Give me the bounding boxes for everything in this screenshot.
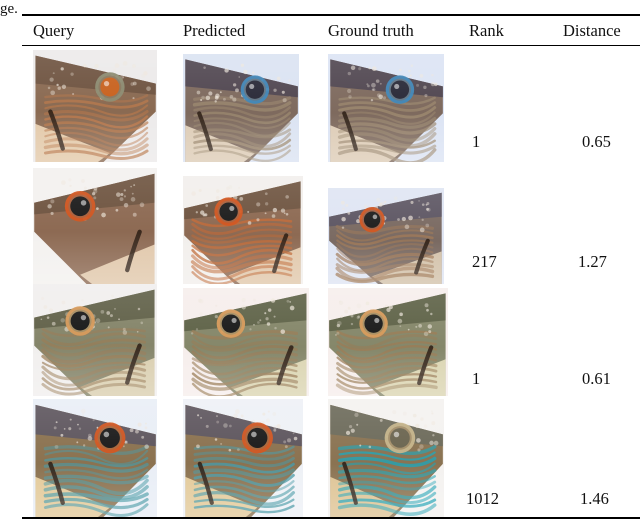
predicted-image	[183, 288, 309, 396]
rank-value: 1	[472, 369, 481, 388]
predicted-image	[183, 399, 303, 517]
table-bottom-rule	[22, 517, 640, 519]
predicted-image	[183, 176, 303, 284]
table-body: 1 0.65 217 1.27 1 0.61 1012 1.46	[22, 46, 640, 517]
column-header-predicted: Predicted	[183, 21, 246, 40]
distance-value: 0.61	[582, 369, 611, 388]
table-row: 1012 1.46	[22, 397, 640, 517]
caption-tail-text: ge.	[0, 1, 18, 17]
table-row: 217 1.27	[22, 166, 640, 284]
ground-truth-image	[328, 399, 444, 517]
column-header-rank: Rank	[469, 21, 504, 40]
query-image	[33, 284, 157, 396]
results-table: Query Predicted Ground truth Rank Distan…	[22, 14, 640, 519]
distance-value: 1.27	[578, 252, 607, 271]
rank-value: 1	[472, 132, 481, 151]
table-top-rule	[22, 14, 640, 16]
table-row: 1 0.65	[22, 46, 640, 166]
ground-truth-image	[328, 188, 444, 284]
ground-truth-image	[328, 54, 444, 162]
table-row: 1 0.61	[22, 284, 640, 397]
distance-value: 1.46	[580, 489, 609, 508]
ground-truth-image	[328, 288, 448, 396]
rank-value: 1012	[466, 489, 499, 508]
rank-value: 217	[472, 252, 497, 271]
table-header-row: Query Predicted Ground truth Rank Distan…	[22, 17, 640, 44]
column-header-ground-truth: Ground truth	[328, 21, 414, 40]
distance-value: 0.65	[582, 132, 611, 151]
column-header-query: Query	[33, 21, 75, 40]
column-header-distance: Distance	[563, 21, 621, 40]
predicted-image	[183, 54, 299, 162]
query-image	[33, 399, 157, 517]
query-image	[33, 168, 157, 284]
query-image	[33, 50, 157, 162]
